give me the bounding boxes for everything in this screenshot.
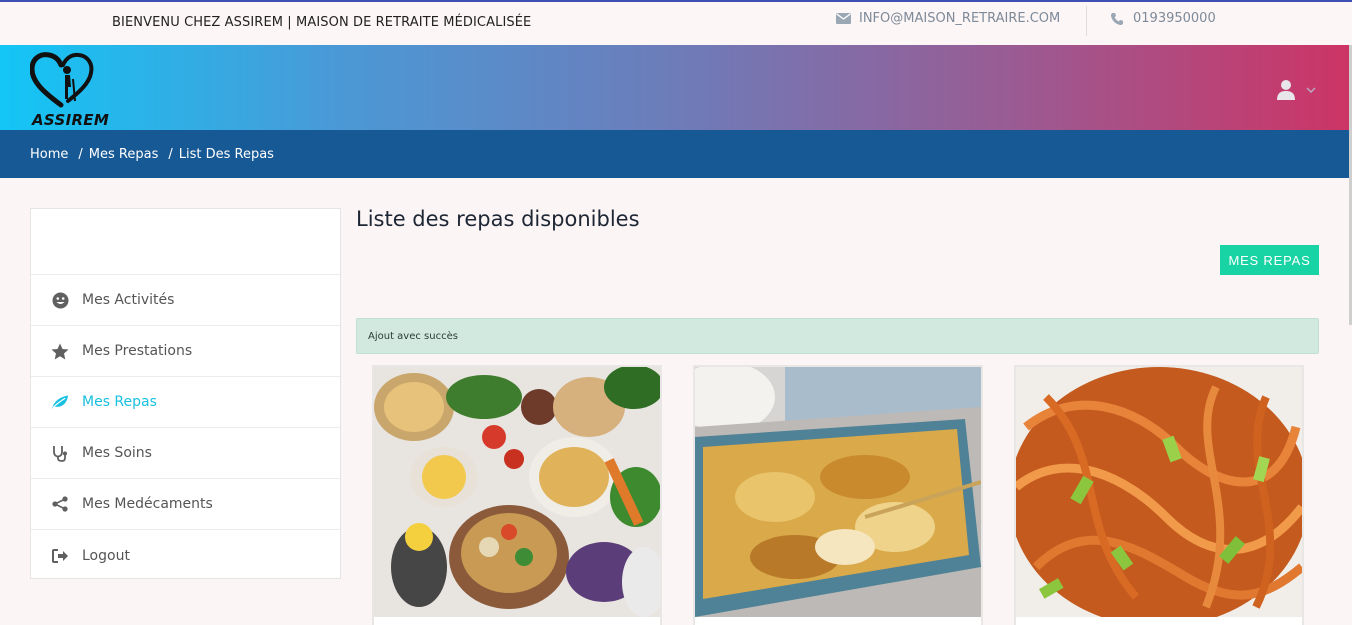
meal-card[interactable] xyxy=(372,365,662,625)
sidebar-item-label: Mes Repas xyxy=(82,394,157,410)
contact-phone[interactable]: 0193950000 xyxy=(1110,11,1216,26)
welcome-text: BIENVENU CHEZ ASSIREM | MAISON DE RETRAI… xyxy=(112,15,532,30)
meal-card[interactable] xyxy=(1014,365,1304,625)
user-icon xyxy=(1277,80,1295,100)
top-info-bar: BIENVENU CHEZ ASSIREM | MAISON DE RETRAI… xyxy=(0,2,1352,44)
breadcrumb: Home / Mes Repas / List Des Repas xyxy=(0,130,1352,178)
phone-text: 0193950000 xyxy=(1133,11,1216,26)
sidebar-item-medecaments[interactable]: Mes Medécaments xyxy=(31,479,340,530)
envelope-icon xyxy=(836,13,851,24)
meal-image xyxy=(374,367,660,617)
sidebar-item-logout[interactable]: Logout xyxy=(31,530,340,581)
sidebar-item-repas[interactable]: Mes Repas xyxy=(31,377,340,428)
breadcrumb-mes-repas[interactable]: Mes Repas xyxy=(89,147,159,162)
sidebar: Mes Activités Mes Prestations Mes Repas … xyxy=(30,208,341,579)
sidebar-item-prestations[interactable]: Mes Prestations xyxy=(31,326,340,377)
email-text: INFO@MAISON_RETRAIRE.COM xyxy=(859,11,1061,26)
smile-icon xyxy=(51,291,69,309)
sidebar-item-label: Mes Medécaments xyxy=(82,496,213,512)
user-menu-toggle[interactable] xyxy=(1276,79,1316,101)
chevron-down-icon xyxy=(1306,87,1316,93)
sidebar-item-soins[interactable]: Mes Soins xyxy=(31,428,340,479)
meal-card[interactable] xyxy=(693,365,983,625)
breadcrumb-separator: / xyxy=(168,146,173,162)
contact-email[interactable]: INFO@MAISON_RETRAIRE.COM xyxy=(836,11,1060,26)
meal-image xyxy=(1016,367,1302,617)
phone-icon xyxy=(1111,12,1123,25)
page-title: Liste des repas disponibles xyxy=(356,207,640,231)
topbar-divider xyxy=(1086,6,1087,36)
sidebar-item-label: Mes Soins xyxy=(82,445,152,461)
sidebar-item-activites[interactable]: Mes Activités xyxy=(31,275,340,326)
star-icon xyxy=(51,342,69,360)
sidebar-item-label: Mes Activités xyxy=(82,292,175,308)
heart-elder-logo-icon xyxy=(30,52,94,108)
breadcrumb-current: List Des Repas xyxy=(178,146,274,162)
share-icon xyxy=(51,495,69,513)
stethoscope-icon xyxy=(51,444,69,462)
brand-name: ASSIREM xyxy=(32,111,110,129)
brand-logo[interactable]: ASSIREM xyxy=(30,51,120,129)
sidebar-item-label: Mes Prestations xyxy=(82,343,193,359)
breadcrumb-home[interactable]: Home xyxy=(30,147,68,162)
logout-icon xyxy=(51,547,69,565)
sidebar-header xyxy=(31,209,340,275)
meal-image xyxy=(695,367,981,617)
sidebar-item-label: Logout xyxy=(82,547,130,564)
mes-repas-button[interactable]: MES REPAS xyxy=(1220,245,1319,275)
header-banner: ASSIREM xyxy=(0,45,1352,130)
leaf-icon xyxy=(51,393,69,411)
breadcrumb-separator: / xyxy=(78,146,83,162)
success-alert: Ajout avec succès xyxy=(356,318,1319,354)
